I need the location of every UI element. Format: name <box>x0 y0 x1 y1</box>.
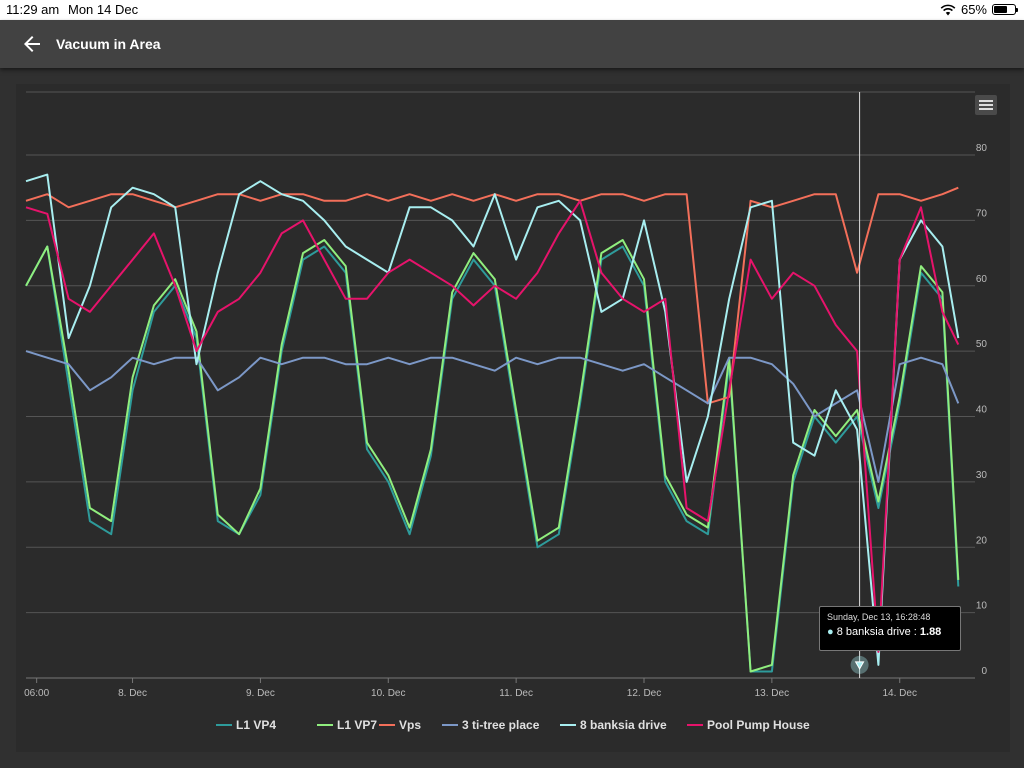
battery-fill <box>994 6 1007 13</box>
chart-panel: 0 10 20 30 40 50 60 70 80 06:00 8. Dec 9. Dec 10. De… <box>16 84 1010 752</box>
x-tick-label: 06:00 <box>24 688 49 699</box>
series-line-5 <box>25 173 960 666</box>
legend-item: L1 VP7 <box>337 718 377 732</box>
y-tick-label: 20 <box>976 535 988 546</box>
x-tick-label: 11. Dec <box>499 688 533 699</box>
line-chart: 0 10 20 30 40 50 60 70 80 06:00 8. Dec 9. Dec 10. De… <box>24 91 988 732</box>
legend-item: Pool Pump House <box>707 718 810 732</box>
y-tick-label: 0 <box>981 666 987 677</box>
chart-menu-button[interactable] <box>975 95 997 115</box>
y-tick-label: 60 <box>976 274 988 285</box>
app-header: Vacuum in Area <box>0 20 1024 68</box>
x-tick-label: 8. Dec <box>118 688 147 699</box>
x-tick-label: 12. Dec <box>627 688 661 699</box>
tooltip-dot-icon: ● <box>827 626 834 638</box>
page-title: Vacuum in Area <box>56 36 161 52</box>
tooltip-date: Sunday, Dec 13, 16:28:48 <box>827 612 931 622</box>
battery-icon <box>992 4 1018 15</box>
arrow-left-icon[interactable] <box>20 32 44 56</box>
y-tick-label: 50 <box>976 339 988 350</box>
status-bar: 11:29 am Mon 14 Dec 65% <box>0 0 1024 20</box>
legend-item: L1 VP4 <box>236 718 276 732</box>
y-tick-label: 70 <box>976 208 988 219</box>
x-tick-label: 13. Dec <box>755 688 789 699</box>
status-time: 11:29 am <box>6 2 60 17</box>
series-line-6 <box>25 199 960 653</box>
y-tick-label: 80 <box>976 143 988 154</box>
tooltip-series: 8 banksia drive <box>836 626 911 638</box>
legend-item: 3 ti-tree place <box>462 718 540 732</box>
battery-percent: 65% <box>960 2 987 17</box>
tooltip-value: 1.88 <box>919 626 942 638</box>
y-tick-label: 10 <box>976 601 988 612</box>
legend-item: Vps <box>399 718 421 732</box>
tooltip-separator: : <box>910 626 920 638</box>
x-tick-label: 10. Dec <box>371 688 405 699</box>
status-date: Mon 14 Dec <box>68 2 139 17</box>
tooltip-row: ● 8 banksia drive : 1.88 <box>827 626 953 638</box>
chart-tooltip: Sunday, Dec 13, 16:28:48 ● 8 banksia dri… <box>819 606 961 651</box>
x-tick-label: 9. Dec <box>246 688 275 699</box>
legend-item: 8 banksia drive <box>580 718 667 732</box>
wifi-icon <box>940 4 956 15</box>
x-tick-label: 14. Dec <box>882 688 916 699</box>
status-right: 65% <box>940 2 1018 17</box>
y-tick-label: 30 <box>976 470 988 481</box>
y-tick-label: 40 <box>976 405 988 416</box>
